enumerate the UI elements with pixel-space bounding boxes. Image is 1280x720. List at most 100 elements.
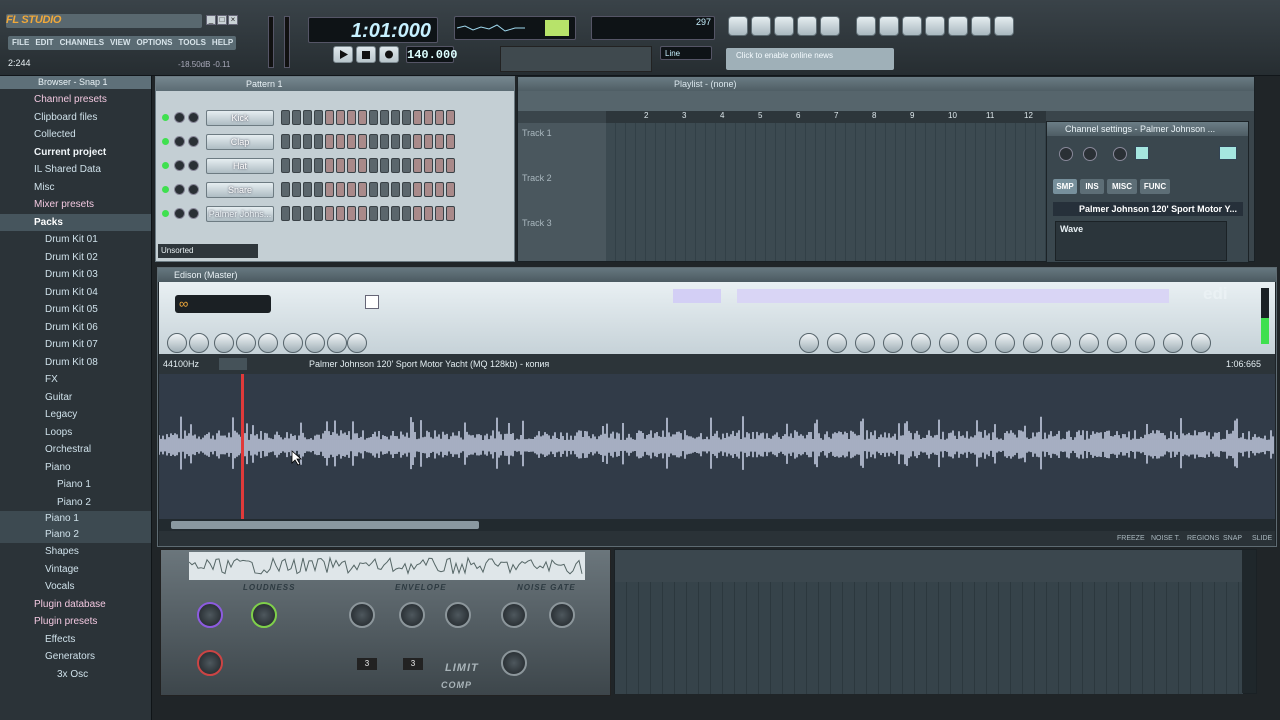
channel-filter-select[interactable]: Unsorted: [158, 244, 258, 258]
vertical-scrollbar[interactable]: [1242, 550, 1256, 693]
help-icon[interactable]: [994, 16, 1014, 36]
menu-view[interactable]: VIEW: [110, 36, 130, 50]
release-gate-knob[interactable]: [501, 650, 527, 676]
sample-name[interactable]: Palmer Johnson 120' Sport Motor Y...: [1053, 202, 1243, 216]
master-pitch-slider[interactable]: [284, 16, 290, 68]
waveform-view[interactable]: [158, 374, 1275, 519]
monitor-icon[interactable]: [305, 333, 325, 353]
browser-item[interactable]: Drum Kit 03: [0, 266, 151, 284]
mute-led[interactable]: [162, 138, 169, 145]
mixer-window-icon[interactable]: [820, 16, 840, 36]
search-icon[interactable]: [948, 16, 968, 36]
gate-threshold-knob[interactable]: [549, 602, 575, 628]
open-icon[interactable]: [189, 333, 209, 353]
pan-knob[interactable]: [174, 208, 185, 219]
browser-item[interactable]: Legacy: [0, 406, 151, 424]
pan-knob[interactable]: [174, 160, 185, 171]
step-buttons[interactable]: [281, 182, 455, 198]
volume-knob[interactable]: [188, 112, 199, 123]
snap-select[interactable]: Line: [660, 46, 712, 60]
freeze-toggle[interactable]: FREEZE: [1117, 531, 1145, 546]
browser-item[interactable]: Drum Kit 01: [0, 231, 151, 249]
attack-value[interactable]: 3: [357, 658, 377, 670]
close-icon[interactable]: [214, 333, 234, 353]
select-icon[interactable]: [327, 333, 347, 353]
browser-item[interactable]: Clipboard files: [0, 109, 151, 127]
pitch-knob[interactable]: [1113, 147, 1127, 161]
browser-item[interactable]: Misc: [0, 179, 151, 197]
stretch-icon[interactable]: [967, 333, 987, 353]
record-settings-icon[interactable]: [283, 333, 303, 353]
pattern-title[interactable]: Pattern 1: [156, 77, 514, 91]
browser-item[interactable]: Plugin database: [0, 596, 151, 614]
channel-button[interactable]: Palmer Johns...: [206, 206, 274, 222]
browser-item[interactable]: Vocals: [0, 578, 151, 596]
release-knob[interactable]: [399, 602, 425, 628]
browser-file[interactable]: Piano 2: [0, 527, 151, 543]
tab-func[interactable]: FUNC: [1140, 179, 1170, 194]
minimize-icon[interactable]: _: [206, 15, 216, 25]
song-position-display[interactable]: 1:01:000: [308, 17, 438, 43]
shape-knob[interactable]: [445, 602, 471, 628]
menu-channels[interactable]: CHANNELS: [60, 36, 104, 50]
format-buttons[interactable]: [219, 358, 247, 370]
channel-settings-title[interactable]: Channel settings - Palmer Johnson ...: [1047, 122, 1248, 136]
play-button[interactable]: [333, 46, 353, 63]
menu-help[interactable]: HELP: [212, 36, 233, 50]
volume-knob[interactable]: [188, 160, 199, 171]
menu-file[interactable]: FILE: [12, 36, 29, 50]
pan-knob[interactable]: [174, 136, 185, 147]
sat-knob[interactable]: [197, 650, 223, 676]
noise-toggle[interactable]: NOISE T.: [1151, 531, 1180, 546]
piano-roll-grid[interactable]: [614, 549, 1257, 694]
browser-item[interactable]: Drum Kit 02: [0, 249, 151, 267]
channel-number[interactable]: [1135, 146, 1149, 160]
tab-misc[interactable]: MISC: [1107, 179, 1137, 194]
regions-toggle[interactable]: REGIONS: [1187, 531, 1219, 546]
browser-item[interactable]: Drum Kit 04: [0, 284, 151, 302]
browser-item[interactable]: Drum Kit 07: [0, 336, 151, 354]
scrollbar-thumb[interactable]: [171, 521, 479, 529]
save-icon[interactable]: [879, 16, 899, 36]
mute-led[interactable]: [162, 210, 169, 217]
volume-knob[interactable]: [1083, 147, 1097, 161]
browser-item[interactable]: Drum Kit 06: [0, 319, 151, 337]
gain-knob[interactable]: [197, 602, 223, 628]
track-label[interactable]: Track 3: [522, 218, 552, 228]
gate-gain-knob[interactable]: [501, 602, 527, 628]
draw-icon[interactable]: [1051, 333, 1071, 353]
piano-roll-icon[interactable]: [774, 16, 794, 36]
channel-button[interactable]: Snare: [206, 182, 274, 198]
eq-icon[interactable]: [911, 333, 931, 353]
release-value[interactable]: 3: [403, 658, 423, 670]
undo-icon[interactable]: [856, 16, 876, 36]
edit-icon[interactable]: [258, 333, 278, 353]
volume-knob[interactable]: [188, 184, 199, 195]
menu-options[interactable]: OPTIONS: [136, 36, 172, 50]
browser-item[interactable]: IL Shared Data: [0, 161, 151, 179]
master-volume-slider[interactable]: [268, 16, 274, 68]
browser-title[interactable]: Browser - Snap 1: [0, 76, 151, 89]
channel-button[interactable]: Kick: [206, 110, 274, 126]
menu-tools[interactable]: TOOLS: [179, 36, 206, 50]
browser-item[interactable]: Piano 1: [0, 476, 151, 494]
loop-icon[interactable]: [1135, 333, 1155, 353]
loop-icon[interactable]: ∞: [179, 297, 197, 311]
browser-item[interactable]: Drum Kit 08: [0, 354, 151, 372]
step-buttons[interactable]: [281, 134, 455, 150]
limit-button[interactable]: LIMIT: [445, 662, 479, 674]
denoise-icon[interactable]: [939, 333, 959, 353]
online-news-bar[interactable]: Click to enable online news: [726, 48, 894, 70]
edison-title[interactable]: Edison (Master): [158, 268, 1276, 282]
fade-icon[interactable]: [855, 333, 875, 353]
zoom-icon[interactable]: [347, 333, 367, 353]
spectrum-icon[interactable]: [1023, 333, 1043, 353]
amp-icon[interactable]: [827, 333, 847, 353]
volume-knob[interactable]: [188, 136, 199, 147]
channel-button[interactable]: Hat: [206, 158, 274, 174]
browser-item[interactable]: Loops: [0, 424, 151, 442]
step-buttons[interactable]: [281, 158, 455, 174]
tab-ins[interactable]: INS: [1080, 179, 1104, 194]
browser-item[interactable]: Mixer presets: [0, 196, 151, 214]
fx-send[interactable]: [1219, 146, 1237, 160]
